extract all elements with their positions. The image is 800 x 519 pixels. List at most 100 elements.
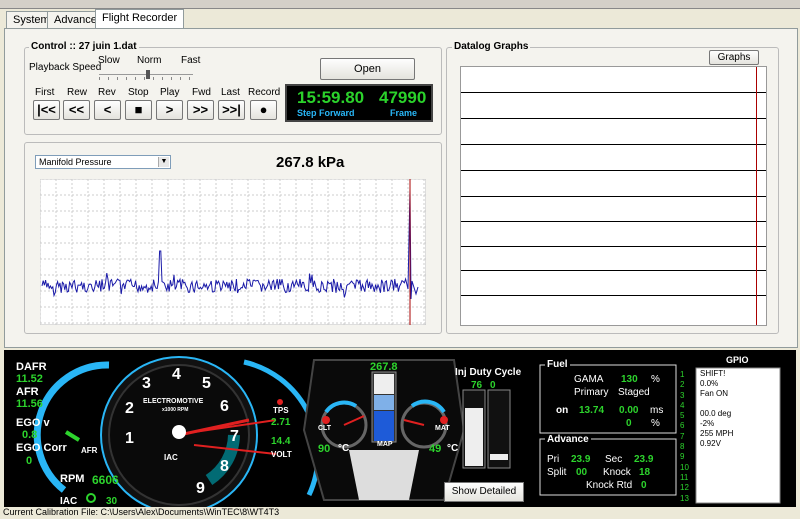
stop-button[interactable]: ■	[125, 100, 152, 120]
playback-speed-label: Playback Speed	[29, 62, 102, 73]
gama-value: 130	[621, 374, 638, 385]
gpio-number: 10	[680, 462, 689, 472]
toolbar-strip	[0, 0, 800, 9]
datalog-graph-area	[460, 66, 767, 326]
channel-select[interactable]: Manifold Pressure ▼	[35, 155, 171, 169]
channel-select-value: Manifold Pressure	[39, 157, 112, 167]
tps-label: TPS	[273, 406, 289, 415]
rewind-button[interactable]: <<	[63, 100, 90, 120]
gpio-number: 6	[680, 421, 685, 431]
knock-retard-value: 0	[641, 480, 647, 491]
transport-label-fwd: Fwd	[192, 87, 211, 98]
gpio-line: SHIFT!	[700, 369, 726, 378]
gpio-line: -2%	[700, 419, 715, 428]
reverse-button[interactable]: <	[94, 100, 121, 120]
time-frame-display: 15:59.80 47990 Step Forward Frame	[285, 84, 433, 122]
tps-value: 2.71	[271, 417, 291, 428]
pri-label: Pri	[547, 454, 560, 465]
primary-label: Primary	[574, 387, 609, 398]
playback-speed-slider[interactable]	[99, 70, 193, 80]
frame-value: 47990	[379, 88, 427, 107]
gama-label: GAMA	[574, 374, 604, 385]
inj-duty-title: Inj Duty Cycle	[455, 367, 522, 378]
sec-value: 23.9	[634, 454, 654, 465]
map-bar-level	[374, 411, 394, 441]
on-label: on	[556, 405, 569, 416]
mat-label: MAT	[435, 425, 450, 432]
speed-norm-label: Norm	[137, 55, 162, 66]
control-title: Control :: 27 juin 1.dat	[29, 41, 139, 52]
datalog-trace	[461, 144, 766, 145]
tps-hub	[277, 399, 283, 405]
map-label: MAP	[377, 441, 393, 448]
gpio-number: 5	[680, 411, 685, 421]
tach-brand: ELECTROMOTIVE	[143, 398, 204, 405]
speed-slow-label: Slow	[98, 55, 120, 66]
fuel-title: Fuel	[545, 359, 570, 370]
open-button[interactable]: Open	[320, 58, 415, 80]
gpio-number: 1	[680, 370, 685, 379]
play-button[interactable]: >	[156, 100, 183, 120]
inj-primary-value: 76	[471, 380, 483, 391]
volt-label: VOLT	[271, 450, 292, 459]
iac-indicator-icon	[86, 493, 96, 503]
gpio-number: 9	[680, 452, 685, 462]
time-value: 15:59.80	[297, 88, 365, 107]
knock-label: Knock	[603, 467, 631, 478]
mat-unit: °C	[447, 443, 459, 454]
knock-retard-label: Knock Rtd	[586, 480, 633, 491]
chevron-down-icon[interactable]: ▼	[158, 157, 169, 167]
show-detailed-info-button[interactable]: Show Detailed Info	[444, 482, 524, 515]
forward-button[interactable]: >>	[187, 100, 214, 120]
dafr-value: 11.52	[16, 373, 43, 385]
egov-label: EGO v	[16, 417, 50, 429]
advance-title: Advance	[545, 434, 591, 445]
clt-value: 90	[318, 443, 331, 455]
record-button[interactable]: ●	[250, 100, 277, 120]
datalog-title: Datalog Graphs	[452, 41, 531, 52]
tach-number: 5	[202, 375, 211, 392]
iac-label: IAC	[60, 496, 78, 507]
transport-label-record: Record	[248, 87, 281, 98]
tach-subtitle: x1000 RPM	[162, 407, 189, 413]
datalog-trace	[461, 118, 766, 119]
primary-ms-value: 13.74	[579, 405, 605, 416]
tach-number: 3	[142, 375, 151, 392]
transport-label-last: Last	[221, 87, 240, 98]
gpio-line: 255 MPH	[700, 429, 734, 438]
tach-number: 6	[220, 398, 229, 415]
clt-indicator	[322, 416, 330, 424]
datalog-trace	[461, 246, 766, 247]
mat-value: 49	[429, 443, 442, 455]
datalog-trace	[461, 270, 766, 271]
inj-secondary-bar-fill	[490, 454, 508, 460]
gpio-line: 00.0 deg	[700, 409, 732, 418]
staged-ms-value: 0.00	[619, 405, 639, 416]
gpio-number: 12	[680, 483, 689, 493]
first-button[interactable]: |<<	[33, 100, 60, 120]
gpio-line	[700, 399, 733, 409]
afr-value: 11.56	[16, 398, 43, 410]
last-button[interactable]: >>|	[218, 100, 245, 120]
map-value: 267.8	[370, 361, 398, 373]
gpio-line: 0.92V	[700, 439, 721, 448]
transport-label-first: First	[35, 87, 55, 98]
gpio-number: 2	[680, 380, 685, 390]
frame-caption: Frame	[390, 108, 418, 118]
datalog-trace	[461, 295, 766, 296]
mat-indicator	[440, 416, 448, 424]
manifold-pressure-graph	[40, 179, 426, 325]
gpio-title: GPIO	[726, 355, 749, 365]
gpio-line: Fan ON	[700, 389, 729, 398]
gama-unit: %	[651, 374, 660, 385]
graphs-button[interactable]: Graphs	[709, 50, 759, 65]
egocorr-label: EGO Corr	[16, 442, 67, 454]
map-bar-level	[374, 395, 394, 410]
gpio-number: 8	[680, 442, 685, 452]
tab-flight-recorder[interactable]: Flight Recorder	[95, 9, 185, 30]
transport-label-stop: Stop	[128, 87, 149, 98]
datalog-cursor-line[interactable]	[756, 67, 757, 325]
rpm-value: 6606	[92, 473, 119, 487]
tach-hub	[172, 425, 186, 439]
center-plate	[349, 450, 419, 500]
